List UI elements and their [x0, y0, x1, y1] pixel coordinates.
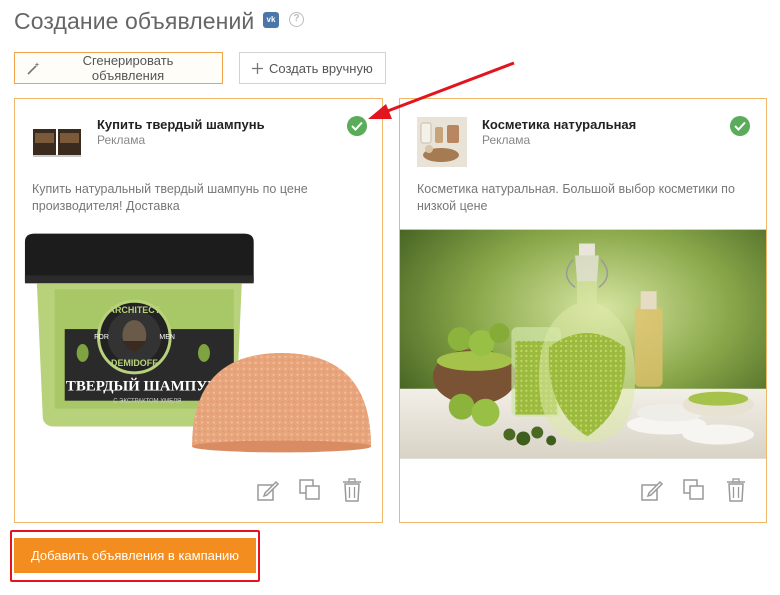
- generate-ads-button[interactable]: Сгенерировать объявления: [14, 52, 223, 84]
- trash-icon[interactable]: [340, 478, 364, 502]
- vk-icon: vk: [263, 12, 279, 28]
- magic-wand-icon: [27, 61, 40, 75]
- trash-icon[interactable]: [724, 478, 748, 502]
- ad-title: Косметика натуральная: [482, 117, 637, 132]
- plus-icon: [252, 62, 263, 74]
- edit-icon[interactable]: [640, 478, 664, 502]
- add-to-campaign-button[interactable]: Добавить объявления в кампанию: [14, 538, 256, 573]
- ad-description: Косметика натуральная. Большой выбор кос…: [417, 182, 735, 213]
- ad-description: Купить натуральный твердый шампунь по це…: [32, 182, 308, 213]
- approved-check-icon: [347, 116, 367, 136]
- page-title: Создание объявлений: [14, 8, 255, 34]
- duplicate-icon[interactable]: [298, 478, 322, 502]
- badge-side-right-text: MEN: [159, 334, 174, 341]
- create-manually-label: Создать вручную: [269, 60, 373, 76]
- shampoo-product-image: ARCHITECT FOR MEN DEMIDOFF ТВЕРДЫЙ ШАМПУ…: [15, 229, 382, 459]
- card-actions: [256, 478, 364, 502]
- ad-subtitle: Реклама: [482, 133, 531, 147]
- ad-title: Купить твердый шампунь: [97, 117, 265, 132]
- ad-subtitle: Реклама: [97, 133, 146, 147]
- ad-thumbnail: [417, 117, 467, 167]
- edit-icon[interactable]: [256, 478, 280, 502]
- card-actions: [640, 478, 748, 502]
- product-subline-text: С ЭКСТРАКТОМ ХМЕЛЯ: [113, 399, 181, 405]
- badge-side-left-text: FOR: [94, 334, 109, 341]
- ad-thumbnail: [33, 129, 81, 157]
- duplicate-icon[interactable]: [682, 478, 706, 502]
- help-icon[interactable]: ?: [289, 12, 304, 27]
- generate-ads-label: Сгенерировать объявления: [82, 53, 174, 83]
- approved-check-icon: [730, 116, 750, 136]
- badge-top-text: ARCHITECT: [109, 305, 161, 315]
- create-manually-button[interactable]: Создать вручную: [239, 52, 386, 84]
- ad-card[interactable]: Косметика натуральная Реклама Косметика …: [399, 98, 767, 523]
- cosmetics-product-image: [400, 229, 766, 459]
- brand-text: DEMIDOFF: [111, 358, 158, 368]
- ad-card[interactable]: Купить твердый шампунь Реклама Купить на…: [14, 98, 383, 523]
